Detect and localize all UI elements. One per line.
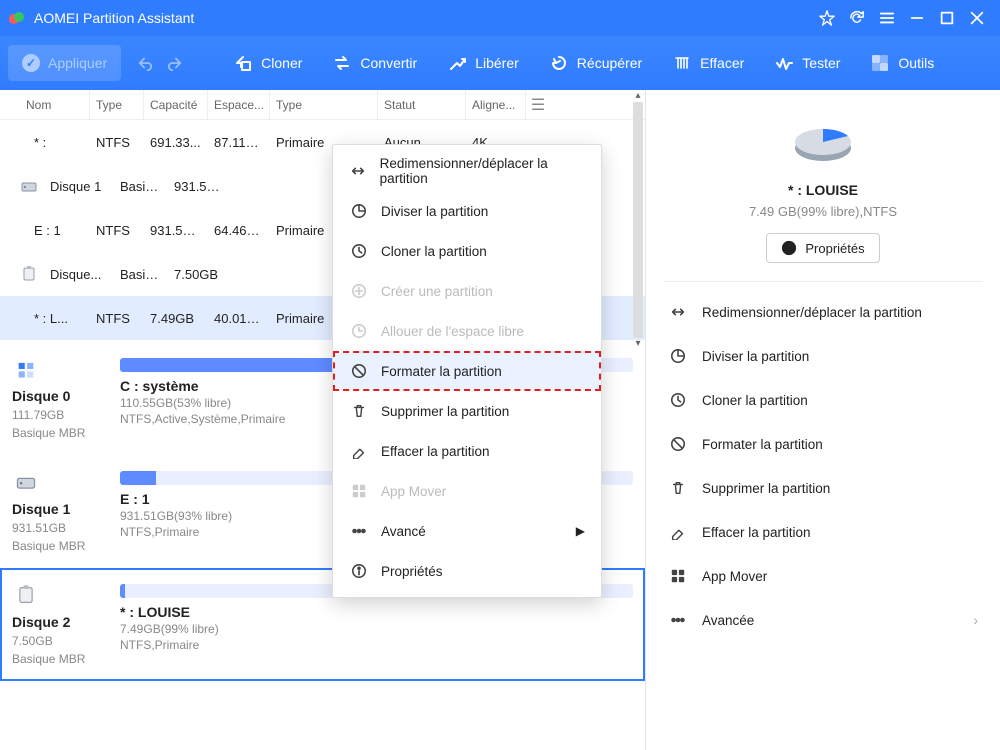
trash-icon (349, 401, 369, 421)
split-icon (349, 201, 369, 221)
toolbar-cloner[interactable]: Cloner (219, 45, 316, 81)
format-icon (668, 434, 688, 454)
clone-time-icon (668, 390, 688, 410)
main-toolbar: ✓ Appliquer ClonerConvertirLibérerRécupé… (0, 36, 1000, 90)
col-nom[interactable]: Nom (20, 90, 90, 119)
erase-icon (349, 441, 369, 461)
chevron-right-icon: › (974, 613, 979, 628)
trash-icon (668, 478, 688, 498)
action-clone-time[interactable]: Cloner la partition (664, 378, 982, 422)
ctx-create: Créer une partition (333, 271, 601, 311)
ctx-clone-time[interactable]: Cloner la partition (333, 231, 601, 271)
action-resize[interactable]: Redimensionner/déplacer la partition (664, 290, 982, 334)
right-panel: * : LOUISE 7.49 GB(99% libre),NTFS Propr… (646, 90, 1000, 750)
toolbar-convertir[interactable]: Convertir (318, 45, 431, 81)
create-icon (349, 281, 369, 301)
col-type[interactable]: Type (90, 90, 144, 119)
test-icon (774, 53, 794, 73)
clone-icon (233, 53, 253, 73)
col-statut[interactable]: Statut (378, 90, 466, 119)
dots-icon (349, 521, 369, 541)
convert-icon (332, 53, 352, 73)
resize-icon (668, 302, 688, 322)
action-trash[interactable]: Supprimer la partition (664, 466, 982, 510)
action-split[interactable]: Diviser la partition (664, 334, 982, 378)
col-espace[interactable]: Espace... (208, 90, 270, 119)
action-erase[interactable]: Effacer la partition (664, 510, 982, 554)
minimize-icon[interactable] (902, 0, 932, 36)
toolbar-effacer[interactable]: Effacer (658, 45, 758, 81)
ctx-grid: App Mover (333, 471, 601, 511)
ctx-info[interactable]: Propriétés (333, 551, 601, 591)
alloc-icon (349, 321, 369, 341)
app-logo-icon (8, 9, 26, 27)
volume-subtitle: 7.49 GB(99% libre),NTFS (664, 204, 982, 219)
ctx-format[interactable]: Formater la partition (333, 351, 601, 391)
usb-icon (14, 265, 44, 283)
col-capacite[interactable]: Capacité (144, 90, 208, 119)
burger-menu-icon[interactable] (872, 0, 902, 36)
properties-label: Propriétés (805, 241, 864, 256)
toolbar-tester[interactable]: Tester (760, 45, 854, 81)
shred-icon (672, 53, 692, 73)
action-dots[interactable]: Avancée› (664, 598, 982, 642)
col-type2[interactable]: Type (270, 90, 378, 119)
ctx-split[interactable]: Diviser la partition (333, 191, 601, 231)
maximize-icon[interactable] (932, 0, 962, 36)
partition-context-menu: Redimensionner/déplacer la partitionDivi… (332, 144, 602, 598)
col-options-icon[interactable]: ☰ (526, 90, 550, 119)
toolbar-récupérer[interactable]: Récupérer (535, 45, 656, 81)
usb-icon (12, 584, 44, 608)
close-icon[interactable] (962, 0, 992, 36)
toolbar-libérer[interactable]: Libérer (433, 45, 533, 81)
hdd-icon (12, 471, 44, 495)
favorite-icon[interactable] (812, 0, 842, 36)
table-header: Nom Type Capacité Espace... Type Statut … (0, 90, 645, 120)
volume-title: * : LOUISE (664, 182, 982, 198)
check-icon: ✓ (22, 54, 40, 72)
ctx-dots[interactable]: Avancé▶ (333, 511, 601, 551)
apply-button[interactable]: ✓ Appliquer (8, 45, 121, 81)
redo-button[interactable] (163, 51, 187, 75)
free-icon (447, 53, 467, 73)
tools-icon (870, 53, 890, 73)
ctx-erase[interactable]: Effacer la partition (333, 431, 601, 471)
split-icon (668, 346, 688, 366)
erase-icon (668, 522, 688, 542)
clone-time-icon (349, 241, 369, 261)
chevron-right-icon: ▶ (576, 524, 585, 538)
ssd-icon (12, 358, 44, 382)
undo-button[interactable] (133, 51, 157, 75)
recover-icon (549, 53, 569, 73)
app-title: AOMEI Partition Assistant (34, 10, 194, 26)
apply-label: Appliquer (48, 55, 107, 71)
info-icon (349, 561, 369, 581)
action-grid[interactable]: App Mover (664, 554, 982, 598)
info-icon (781, 240, 797, 256)
hdd-icon (14, 177, 44, 195)
refresh-icon[interactable] (842, 0, 872, 36)
toolbar-outils[interactable]: Outils (856, 45, 948, 81)
resize-icon (349, 161, 368, 181)
titlebar: AOMEI Partition Assistant (0, 0, 1000, 36)
col-aligne[interactable]: Aligne... (466, 90, 526, 119)
ctx-resize[interactable]: Redimensionner/déplacer la partition (333, 151, 601, 191)
format-icon (349, 361, 369, 381)
ctx-alloc: Allouer de l'espace libre (333, 311, 601, 351)
pie-chart-icon (664, 118, 982, 168)
table-scrollbar[interactable]: ▴▾ (633, 90, 643, 350)
properties-button[interactable]: Propriétés (766, 233, 879, 263)
grid-icon (668, 566, 688, 586)
action-format[interactable]: Formater la partition (664, 422, 982, 466)
grid-icon (349, 481, 369, 501)
ctx-trash[interactable]: Supprimer la partition (333, 391, 601, 431)
dots-icon (668, 610, 688, 630)
